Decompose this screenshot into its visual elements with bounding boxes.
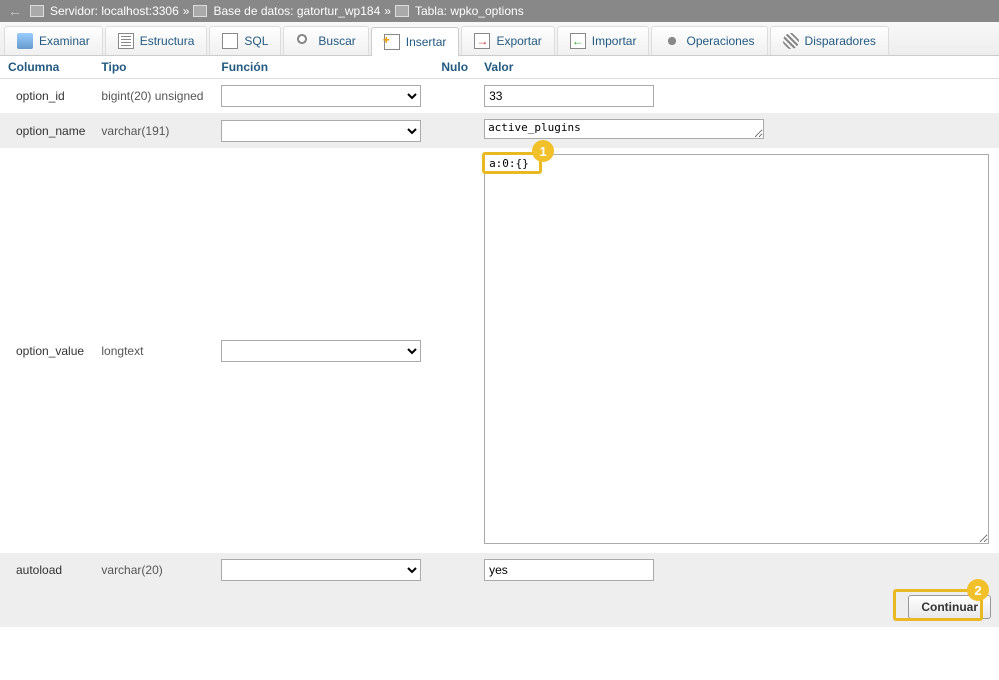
value-textarea-option-name[interactable] (484, 119, 764, 139)
tab-exportar[interactable]: Exportar (461, 26, 554, 55)
function-select[interactable] (221, 559, 421, 581)
structure-icon (118, 33, 134, 49)
search-icon (296, 33, 312, 49)
server-icon (30, 5, 44, 17)
annotation-badge-1: 1 (532, 140, 554, 162)
th-type: Tipo (93, 56, 213, 79)
tab-bar: Examinar Estructura SQL Buscar Insertar … (0, 22, 999, 56)
tab-label: Importar (592, 34, 637, 48)
tab-examinar[interactable]: Examinar (4, 26, 103, 55)
tab-label: Operaciones (686, 34, 754, 48)
insert-form-table: Columna Tipo Función Nulo Valor option_i… (0, 56, 999, 587)
col-type: bigint(20) unsigned (93, 79, 213, 114)
import-icon (570, 33, 586, 49)
tab-importar[interactable]: Importar (557, 26, 650, 55)
function-select[interactable] (221, 120, 421, 142)
tab-label: Insertar (406, 35, 447, 49)
bc-server-label: Servidor: (50, 4, 98, 18)
col-type: longtext (93, 148, 213, 553)
breadcrumb: ← Servidor: localhost:3306 » Base de dat… (0, 0, 999, 22)
tab-label: Disparadores (805, 34, 876, 48)
tab-buscar[interactable]: Buscar (283, 26, 368, 55)
function-select[interactable] (221, 340, 421, 362)
insert-icon (384, 34, 400, 50)
th-function: Función (213, 56, 433, 79)
bc-table-val: wpko_options (450, 4, 523, 18)
submit-row: 2 Continuar (0, 587, 999, 627)
col-name: autoload (0, 553, 93, 587)
tab-label: Examinar (39, 34, 90, 48)
tab-operaciones[interactable]: Operaciones (651, 26, 767, 55)
th-value: Valor (476, 56, 999, 79)
value-textarea-option-value[interactable] (484, 154, 989, 544)
th-null: Nulo (433, 56, 476, 79)
value-input-option-id[interactable] (484, 85, 654, 107)
breadcrumb-table[interactable]: Tabla: wpko_options (415, 4, 524, 18)
row-option-name: option_name varchar(191) (0, 113, 999, 148)
col-name: option_value (0, 148, 93, 553)
null-cell (433, 553, 476, 587)
null-cell (433, 113, 476, 148)
col-name: option_name (0, 113, 93, 148)
bc-db-val: gatortur_wp184 (297, 4, 380, 18)
triggers-icon (783, 33, 799, 49)
col-type: varchar(191) (93, 113, 213, 148)
null-cell (433, 148, 476, 553)
tab-estructura[interactable]: Estructura (105, 26, 208, 55)
tab-label: Buscar (318, 34, 355, 48)
breadcrumb-db[interactable]: Base de datos: gatortur_wp184 (213, 4, 380, 18)
operations-icon (664, 33, 680, 49)
bc-table-label: Tabla: (415, 4, 447, 18)
database-icon (193, 5, 207, 17)
sql-icon (222, 33, 238, 49)
row-option-value: option_value longtext 1 (0, 148, 999, 553)
bc-server-val: localhost:3306 (101, 4, 178, 18)
row-option-id: option_id bigint(20) unsigned (0, 79, 999, 114)
row-autoload: autoload varchar(20) (0, 553, 999, 587)
back-arrow-icon[interactable]: ← (8, 3, 22, 19)
bc-sep: » (384, 4, 391, 18)
breadcrumb-server[interactable]: Servidor: localhost:3306 (50, 4, 179, 18)
tab-sql[interactable]: SQL (209, 26, 281, 55)
annotation-badge-2: 2 (967, 579, 989, 601)
function-select[interactable] (221, 85, 421, 107)
tab-label: Exportar (496, 34, 541, 48)
th-column: Columna (0, 56, 93, 79)
tab-label: Estructura (140, 34, 195, 48)
col-type: varchar(20) (93, 553, 213, 587)
bc-db-label: Base de datos: (213, 4, 293, 18)
browse-icon (17, 33, 33, 49)
col-name: option_id (0, 79, 93, 114)
bc-sep: » (183, 4, 190, 18)
null-cell (433, 79, 476, 114)
table-icon (395, 5, 409, 17)
tab-insertar[interactable]: Insertar (371, 27, 460, 56)
value-input-autoload[interactable] (484, 559, 654, 581)
export-icon (474, 33, 490, 49)
tab-disparadores[interactable]: Disparadores (770, 26, 889, 55)
tab-label: SQL (244, 34, 268, 48)
